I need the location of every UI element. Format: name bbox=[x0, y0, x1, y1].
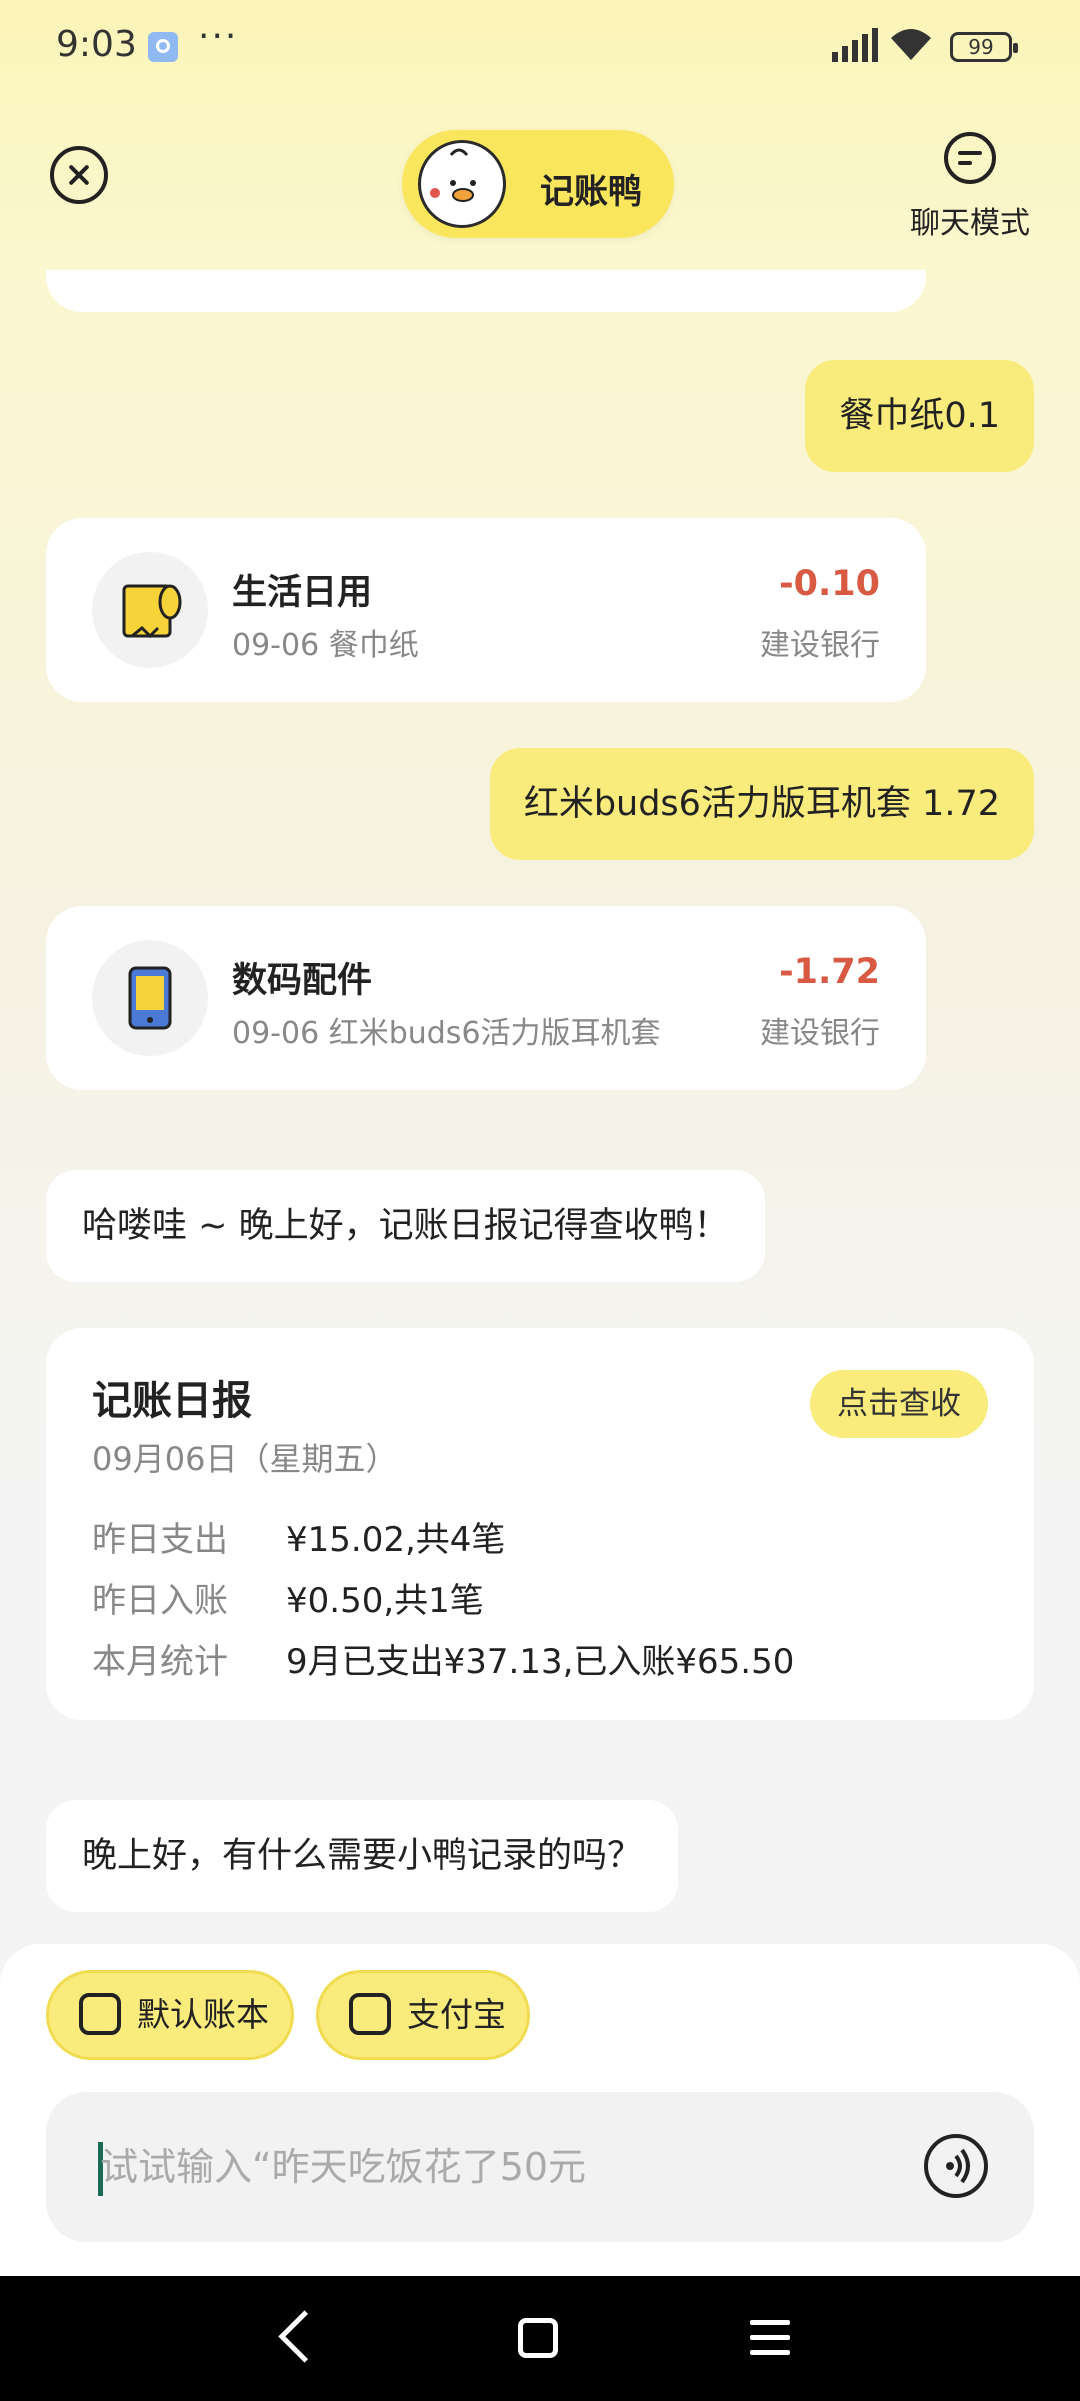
transaction-amount: -1.72 bbox=[779, 952, 880, 992]
report-title: 记账日报 bbox=[92, 1378, 252, 1424]
transaction-description: 09-06 餐巾纸 bbox=[232, 628, 419, 663]
message-input[interactable]: 试试输入“昨天吃饭花了50元 bbox=[46, 2092, 1034, 2242]
input-panel: 默认账本 支付宝 试试输入“昨天吃饭花了50元 bbox=[0, 1944, 1080, 2276]
ledger-chip-label: 默认账本 bbox=[137, 1995, 269, 2034]
ledger-chip[interactable]: 默认账本 bbox=[46, 1970, 294, 2060]
report-row-label: 昨日入账 bbox=[92, 1581, 228, 1621]
report-row-value: 9月已支出¥37.13,已入账¥65.50 bbox=[286, 1642, 795, 1682]
report-row: 昨日支出 ¥15.02,共4笔 bbox=[92, 1512, 505, 1561]
back-icon[interactable] bbox=[278, 2310, 331, 2363]
report-row: 昨日入账 ¥0.50,共1笔 bbox=[92, 1573, 484, 1622]
cellular-signal-icon bbox=[832, 28, 878, 62]
status-time: 9:03 bbox=[56, 24, 137, 65]
report-row-label: 昨日支出 bbox=[92, 1520, 228, 1560]
report-date: 09月06日（星期五） bbox=[92, 1440, 398, 1478]
input-placeholder: 试试输入“昨天吃饭花了50元 bbox=[100, 2145, 587, 2189]
assistant-title: 记账鸭 bbox=[540, 172, 642, 212]
transaction-description: 09-06 红米buds6活力版耳机套 bbox=[232, 1016, 661, 1051]
account-chip[interactable]: 支付宝 bbox=[316, 1970, 530, 2060]
home-icon[interactable] bbox=[518, 2318, 558, 2358]
daily-report-card[interactable]: 记账日报 09月06日（星期五） 点击查收 昨日支出 ¥15.02,共4笔 昨日入… bbox=[46, 1328, 1034, 1720]
status-bar: 9:03 ··· 99 bbox=[0, 0, 1080, 100]
report-row-value: ¥15.02,共4笔 bbox=[286, 1520, 506, 1560]
report-row-label: 本月统计 bbox=[92, 1642, 228, 1682]
wifi-icon bbox=[891, 29, 931, 60]
user-message: 餐巾纸0.1 bbox=[805, 360, 1034, 472]
transaction-category: 生活日用 bbox=[232, 573, 373, 613]
battery-icon: 99 bbox=[950, 32, 1018, 62]
report-row: 本月统计 9月已支出¥37.13,已入账¥65.50 bbox=[92, 1634, 794, 1683]
transaction-account: 建设银行 bbox=[760, 1016, 880, 1051]
chat-bubble-icon bbox=[944, 132, 996, 184]
recent-apps-icon[interactable] bbox=[750, 2320, 790, 2365]
system-navigation-bar bbox=[0, 2276, 1080, 2401]
transaction-card[interactable]: 数码配件 09-06 红米buds6活力版耳机套 -1.72 建设银行 bbox=[46, 906, 926, 1090]
chat-mode-label: 聊天模式 bbox=[910, 206, 1030, 241]
previous-transaction-card[interactable] bbox=[46, 270, 926, 312]
chat-mode-button[interactable]: 聊天模式 bbox=[900, 130, 1040, 242]
bot-message: 晚上好，有什么需要小鸭记录的吗？ bbox=[46, 1800, 679, 1912]
report-row-value: ¥0.50,共1笔 bbox=[286, 1581, 484, 1621]
transaction-category: 数码配件 bbox=[232, 961, 373, 1001]
user-message: 红米buds6活力版耳机套 1.72 bbox=[489, 748, 1034, 860]
assistant-title-pill[interactable]: 记账鸭 bbox=[402, 130, 674, 238]
yuan-wallet-icon bbox=[79, 1993, 121, 2035]
toilet-paper-icon bbox=[92, 552, 208, 668]
wallet-icon bbox=[349, 1993, 391, 2035]
more-notifications-icon: ··· bbox=[198, 16, 239, 57]
close-icon[interactable] bbox=[50, 146, 108, 204]
phone-icon bbox=[92, 940, 208, 1056]
bot-message: 哈喽哇 ~ 晚上好，记账日报记得查收鸭！ bbox=[46, 1170, 765, 1282]
duck-avatar bbox=[418, 140, 506, 228]
transaction-amount: -0.10 bbox=[779, 564, 880, 604]
check-report-button[interactable]: 点击查收 bbox=[810, 1370, 988, 1438]
transaction-card[interactable]: 生活日用 09-06 餐巾纸 -0.10 建设银行 bbox=[46, 518, 926, 702]
voice-input-icon[interactable] bbox=[924, 2134, 988, 2198]
transaction-account: 建设银行 bbox=[760, 628, 880, 663]
account-chip-label: 支付宝 bbox=[407, 1995, 506, 2034]
app-notification-icon bbox=[148, 32, 178, 62]
